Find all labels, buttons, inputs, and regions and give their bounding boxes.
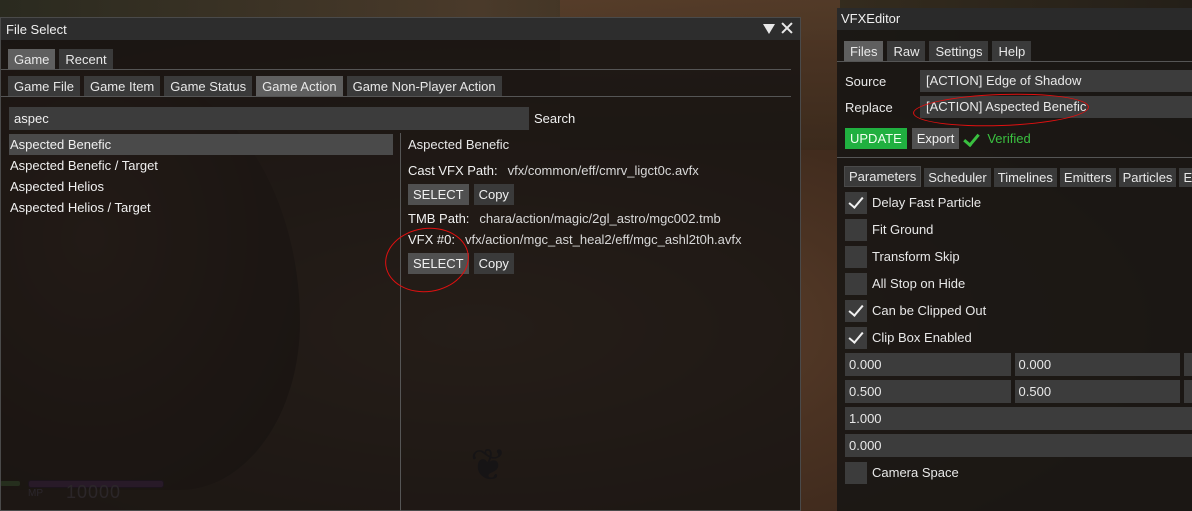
- list-item[interactable]: Aspected Helios: [9, 176, 393, 197]
- tab-files[interactable]: Files: [844, 41, 884, 61]
- vfx0-path: vfx/action/mgc_ast_heal2/eff/mgc_ashl2t0…: [464, 232, 742, 247]
- parameter-checkboxes: Delay Fast Particle Fit Ground Transform S…: [837, 191, 1192, 349]
- checkbox-row[interactable]: Delay Fast Particle: [837, 191, 1192, 214]
- tab-scheduler[interactable]: Scheduler: [924, 168, 991, 187]
- tab-settings[interactable]: Settings: [929, 41, 989, 61]
- tab-parameters[interactable]: Parameters: [844, 166, 922, 187]
- verified-status: Verified: [987, 131, 1031, 146]
- unchecked-checkbox[interactable]: [845, 245, 867, 268]
- source-field[interactable]: [ACTION] Edge of Shadow: [920, 70, 1192, 92]
- category-tabs: Game File Game Item Game Status Game Act…: [1, 74, 791, 97]
- number-field[interactable]: 0.500: [845, 380, 1011, 403]
- search-button[interactable]: Search: [534, 109, 575, 128]
- check-icon: [964, 130, 982, 148]
- list-item[interactable]: Aspected Benefic / Target: [9, 155, 393, 176]
- tab-emitters[interactable]: Emitters: [1059, 168, 1116, 187]
- tab-game-status[interactable]: Game Status: [164, 76, 253, 96]
- tab-timelines[interactable]: Timelines: [993, 168, 1057, 187]
- tab-game-non-player-action[interactable]: Game Non-Player Action: [346, 76, 502, 96]
- vfx-section-tabs: Parameters Scheduler Timelines Emitters …: [837, 166, 1192, 187]
- collapse-icon[interactable]: [763, 24, 775, 34]
- checked-checkbox[interactable]: [845, 326, 867, 349]
- checkbox-label: Delay Fast Particle: [872, 195, 982, 210]
- number-field[interactable]: 0.000: [845, 434, 1192, 457]
- vfx-editor-title[interactable]: VFXEditor: [837, 8, 1192, 30]
- camera-space-checkbox[interactable]: [845, 461, 867, 484]
- list-item[interactable]: Aspected Benefic: [9, 134, 393, 155]
- number-field[interactable]: [1184, 353, 1192, 376]
- number-row: 0.000 0.000: [837, 353, 1192, 376]
- checked-checkbox[interactable]: [845, 191, 867, 214]
- checkbox-row[interactable]: Fit Ground: [837, 218, 1192, 241]
- replace-label: Replace: [845, 99, 893, 115]
- close-icon[interactable]: [780, 21, 794, 35]
- tab-game-item[interactable]: Game Item: [83, 76, 161, 96]
- number-field[interactable]: 0.500: [1014, 380, 1181, 403]
- tmb-label: TMB Path:: [408, 211, 470, 226]
- number-row: 1.000: [837, 407, 1192, 430]
- results-list: Aspected Benefic Aspected Benefic / Targ…: [9, 134, 393, 218]
- checkbox-row[interactable]: Can be Clipped Out: [837, 299, 1192, 322]
- source-tabs: Game Recent: [1, 47, 791, 70]
- checkbox-label: Can be Clipped Out: [872, 303, 987, 318]
- checkbox-row[interactable]: Transform Skip: [837, 245, 1192, 268]
- file-select-titlebar[interactable]: File Select: [1, 18, 800, 40]
- detail-pane: Aspected Benefic Cast VFX Path: vfx/comm…: [408, 134, 798, 274]
- pane-divider[interactable]: [400, 133, 401, 511]
- cast-copy-button[interactable]: Copy: [473, 184, 514, 205]
- unchecked-checkbox[interactable]: [845, 272, 867, 295]
- source-label: Source: [845, 73, 887, 89]
- file-select-window: File Select Game Recent Game File Game I…: [0, 17, 801, 511]
- vfx0-select-button[interactable]: SELECT: [408, 253, 469, 274]
- number-row: 0.000: [837, 434, 1192, 457]
- number-field[interactable]: 0.000: [845, 353, 1011, 376]
- number-field[interactable]: 0.000: [1014, 353, 1181, 376]
- camera-space-row[interactable]: Camera Space: [837, 461, 1192, 484]
- vfx-editor-window: VFXEditor Files Raw Settings Help Source…: [837, 8, 1192, 511]
- vfx-editor-menu-tabs: Files Raw Settings Help: [837, 39, 1192, 62]
- window-title: File Select: [6, 21, 67, 37]
- tab-help[interactable]: Help: [992, 41, 1032, 61]
- camera-space-label: Camera Space: [872, 465, 959, 480]
- export-button[interactable]: Export: [911, 128, 960, 149]
- checkbox-label: Transform Skip: [872, 249, 960, 264]
- number-row: 0.500 0.500: [837, 380, 1192, 403]
- vfx0-label: VFX #0:: [408, 232, 455, 247]
- number-field[interactable]: 1.000: [845, 407, 1192, 430]
- unchecked-checkbox[interactable]: [845, 218, 867, 241]
- tab-recent[interactable]: Recent: [59, 49, 113, 69]
- tab-raw[interactable]: Raw: [887, 41, 926, 61]
- update-button[interactable]: UPDATE: [845, 128, 907, 149]
- tmb-path: chara/action/magic/2gl_astro/mgc002.tmb: [479, 211, 721, 226]
- search-input[interactable]: [9, 107, 529, 130]
- search-row: Search: [9, 107, 575, 130]
- tab-effectors[interactable]: E: [1179, 168, 1192, 187]
- cast-select-button[interactable]: SELECT: [408, 184, 469, 205]
- tab-game[interactable]: Game: [8, 49, 56, 69]
- vfx0-copy-button[interactable]: Copy: [473, 253, 514, 274]
- checkbox-row[interactable]: Clip Box Enabled: [837, 326, 1192, 349]
- tab-particles[interactable]: Particles: [1118, 168, 1177, 187]
- checked-checkbox[interactable]: [845, 299, 867, 322]
- replace-field[interactable]: [ACTION] Aspected Benefic: [920, 96, 1192, 118]
- tab-game-file[interactable]: Game File: [8, 76, 80, 96]
- cast-vfx-label: Cast VFX Path:: [408, 163, 498, 178]
- list-item[interactable]: Aspected Helios / Target: [9, 197, 393, 218]
- detail-title: Aspected Benefic: [408, 137, 510, 152]
- cast-vfx-path: vfx/common/eff/cmrv_ligct0c.avfx: [507, 163, 699, 178]
- number-field[interactable]: [1184, 380, 1192, 403]
- checkbox-label: Fit Ground: [872, 222, 934, 237]
- checkbox-label: All Stop on Hide: [872, 276, 966, 291]
- tab-game-action[interactable]: Game Action: [256, 76, 343, 96]
- checkbox-label: Clip Box Enabled: [872, 330, 972, 345]
- checkbox-row[interactable]: All Stop on Hide: [837, 272, 1192, 295]
- section-divider: [837, 157, 1192, 158]
